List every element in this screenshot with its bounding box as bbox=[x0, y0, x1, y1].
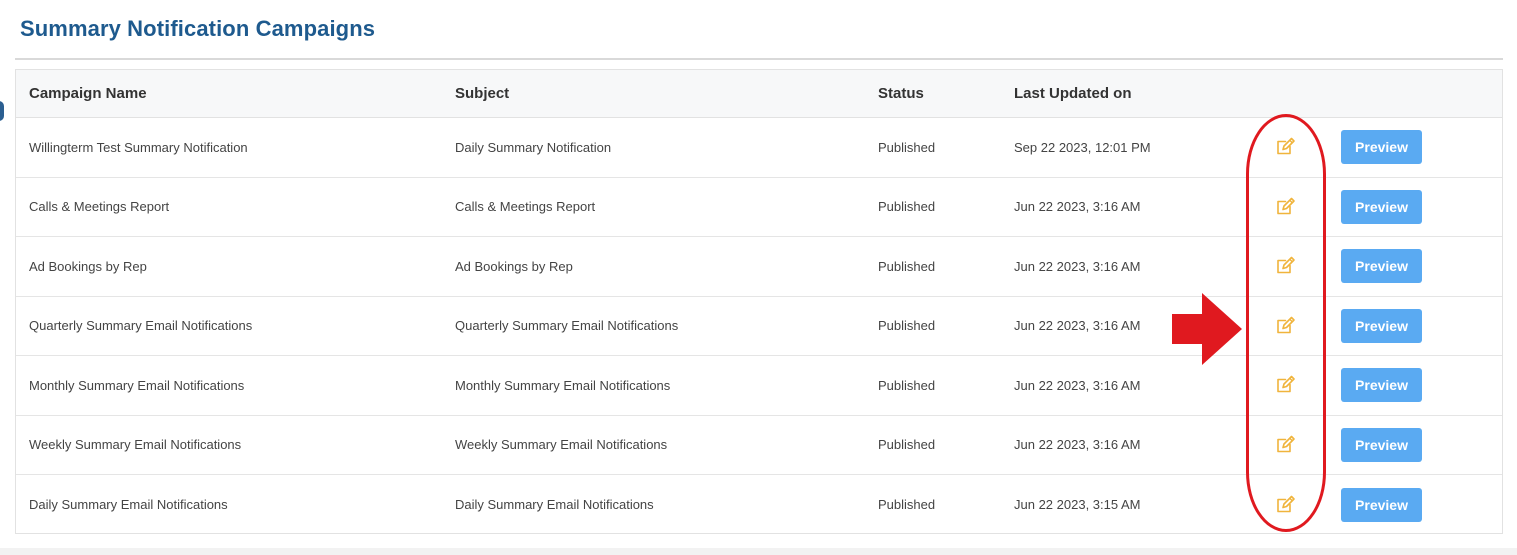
campaign-status: Published bbox=[878, 497, 936, 513]
campaign-status: Published bbox=[878, 437, 936, 453]
campaigns-table: Campaign Name Subject Status Last Update… bbox=[15, 69, 1503, 534]
preview-button[interactable]: Preview bbox=[1341, 368, 1422, 403]
edit-cell bbox=[1237, 434, 1332, 456]
edit-pencil-icon[interactable] bbox=[1274, 434, 1296, 456]
campaign-subject: Monthly Summary Email Notifications bbox=[455, 377, 671, 393]
campaign-subject: Calls & Meetings Report bbox=[455, 199, 596, 215]
campaign-subject: Ad Bookings by Rep bbox=[455, 258, 573, 274]
campaign-name: Ad Bookings by Rep bbox=[29, 258, 147, 274]
preview-cell: Preview bbox=[1332, 189, 1452, 224]
table-row: Quarterly Summary Email Notifications Qu… bbox=[16, 297, 1502, 356]
edit-pencil-icon[interactable] bbox=[1274, 494, 1296, 516]
campaign-name: Calls & Meetings Report bbox=[29, 199, 170, 215]
edit-pencil-icon[interactable] bbox=[1274, 255, 1296, 277]
preview-cell: Preview bbox=[1332, 368, 1452, 403]
preview-button[interactable]: Preview bbox=[1341, 189, 1422, 224]
edit-cell bbox=[1237, 196, 1332, 218]
page-title: Summary Notification Campaigns bbox=[20, 16, 376, 41]
campaign-name: Monthly Summary Email Notifications bbox=[29, 377, 245, 393]
campaign-status: Published bbox=[878, 318, 936, 334]
edit-cell bbox=[1237, 315, 1332, 337]
preview-button[interactable]: Preview bbox=[1341, 130, 1422, 165]
edit-pencil-icon[interactable] bbox=[1274, 374, 1296, 396]
edit-cell bbox=[1237, 494, 1332, 516]
table-row: Monthly Summary Email Notifications Mont… bbox=[16, 356, 1502, 416]
campaign-status: Published bbox=[878, 377, 936, 393]
table-row: Weekly Summary Email Notifications Weekl… bbox=[16, 416, 1502, 475]
preview-cell: Preview bbox=[1332, 487, 1452, 522]
campaign-name: Weekly Summary Email Notifications bbox=[29, 437, 242, 453]
table-row: Calls & Meetings Report Calls & Meetings… bbox=[16, 178, 1502, 237]
campaign-status: Published bbox=[878, 199, 936, 215]
title-divider bbox=[15, 58, 1503, 60]
edit-pencil-icon[interactable] bbox=[1274, 196, 1296, 218]
table-row: Ad Bookings by Rep Ad Bookings by Rep Pu… bbox=[16, 237, 1502, 297]
campaign-subject: Quarterly Summary Email Notifications bbox=[455, 318, 679, 334]
edit-cell bbox=[1237, 374, 1332, 396]
campaign-last-updated: Jun 22 2023, 3:16 AM bbox=[1014, 258, 1141, 274]
campaign-last-updated: Jun 22 2023, 3:16 AM bbox=[1014, 318, 1141, 334]
preview-cell: Preview bbox=[1332, 130, 1452, 165]
table-header: Campaign Name Subject Status Last Update… bbox=[16, 70, 1502, 118]
preview-button[interactable]: Preview bbox=[1341, 487, 1422, 522]
table-row: Daily Summary Email Notifications Daily … bbox=[16, 475, 1502, 535]
header-last-updated: Last Updated on bbox=[1014, 85, 1132, 102]
table-row: Willingterm Test Summary Notification Da… bbox=[16, 118, 1502, 178]
campaign-subject: Daily Summary Email Notifications bbox=[455, 497, 654, 513]
preview-cell: Preview bbox=[1332, 308, 1452, 343]
campaign-last-updated: Jun 22 2023, 3:16 AM bbox=[1014, 377, 1141, 393]
header-status: Status bbox=[878, 85, 924, 102]
preview-button[interactable]: Preview bbox=[1341, 308, 1422, 343]
preview-button[interactable]: Preview bbox=[1341, 249, 1422, 284]
header-campaign-name: Campaign Name bbox=[29, 85, 147, 102]
campaign-last-updated: Jun 22 2023, 3:16 AM bbox=[1014, 199, 1141, 215]
edit-pencil-icon[interactable] bbox=[1274, 136, 1296, 158]
edit-cell bbox=[1237, 136, 1332, 158]
header-subject: Subject bbox=[455, 85, 510, 102]
campaign-last-updated: Sep 22 2023, 12:01 PM bbox=[1014, 139, 1151, 155]
campaign-name: Quarterly Summary Email Notifications bbox=[29, 318, 253, 334]
campaign-status: Published bbox=[878, 258, 936, 274]
preview-cell: Preview bbox=[1332, 249, 1452, 284]
campaign-subject: Weekly Summary Email Notifications bbox=[455, 437, 668, 453]
campaign-name: Daily Summary Email Notifications bbox=[29, 497, 228, 513]
campaign-status: Published bbox=[878, 139, 936, 155]
edit-cell bbox=[1237, 255, 1332, 277]
campaign-subject: Daily Summary Notification bbox=[455, 139, 612, 155]
campaign-last-updated: Jun 22 2023, 3:15 AM bbox=[1014, 497, 1141, 513]
campaign-name: Willingterm Test Summary Notification bbox=[29, 139, 248, 155]
table-body: Willingterm Test Summary Notification Da… bbox=[16, 118, 1502, 535]
preview-button[interactable]: Preview bbox=[1341, 427, 1422, 462]
edit-pencil-icon[interactable] bbox=[1274, 315, 1296, 337]
campaign-last-updated: Jun 22 2023, 3:16 AM bbox=[1014, 437, 1141, 453]
preview-cell: Preview bbox=[1332, 427, 1452, 462]
page-bottom-divider bbox=[0, 548, 1517, 555]
side-indicator bbox=[0, 101, 4, 121]
